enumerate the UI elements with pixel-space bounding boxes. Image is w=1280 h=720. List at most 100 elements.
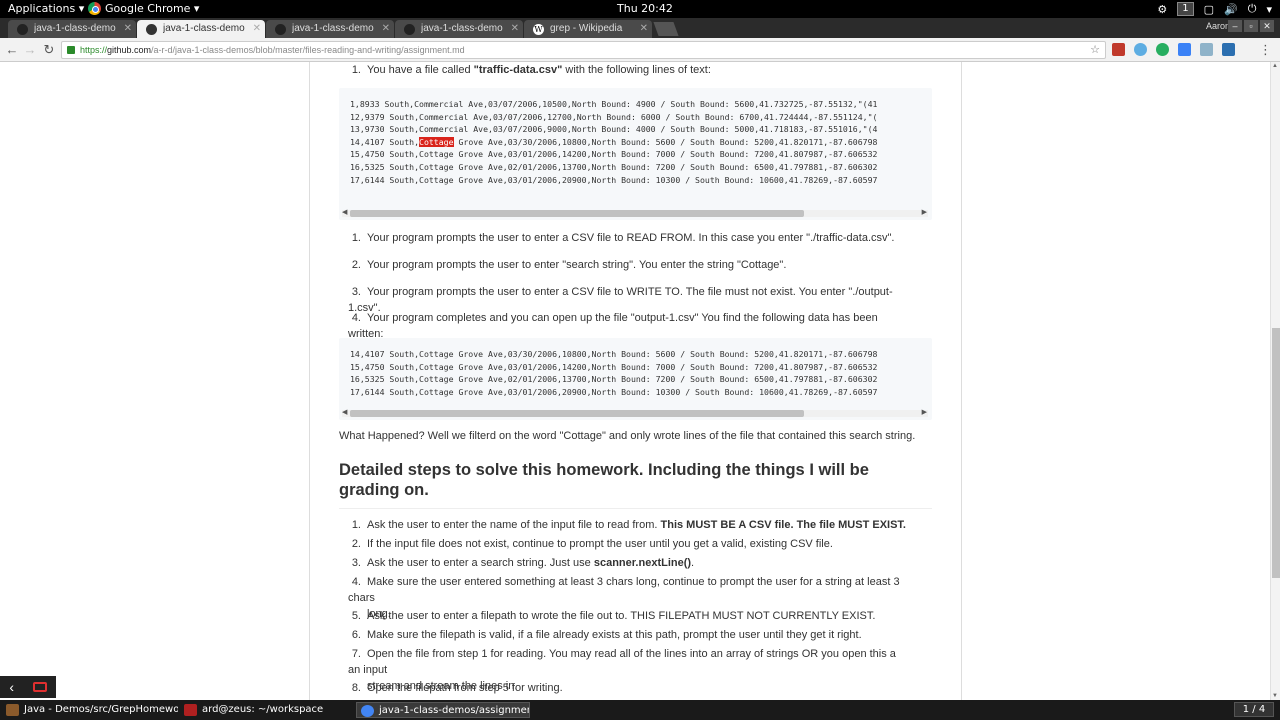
active-app-label: Google Chrome ▾: [105, 2, 200, 15]
browser-tab[interactable]: java-1-class-demo ✕: [395, 20, 523, 38]
grammarly-icon[interactable]: [1156, 43, 1169, 56]
close-icon[interactable]: ✕: [511, 23, 519, 34]
address-bar[interactable]: https://github.com/a-r-d/java-1-class-de…: [61, 41, 1106, 59]
search-highlight: Cottage: [419, 136, 454, 147]
scroll-down-icon[interactable]: ▼: [1272, 693, 1278, 699]
scrollbar-thumb[interactable]: [350, 410, 804, 417]
code-scrollbar[interactable]: ◀ ▶: [342, 208, 928, 217]
window-icon[interactable]: ▢: [1204, 3, 1214, 16]
active-app-menu[interactable]: Google Chrome ▾: [88, 2, 199, 15]
extension-icon[interactable]: [1200, 43, 1213, 56]
list-item: 1. Your program prompts the user to enter…: [351, 232, 895, 244]
bookmark-star-icon[interactable]: ☆: [1090, 42, 1100, 58]
code-line: 17,6144 South,Cottage Grove Ave,03/01/20…: [350, 386, 878, 397]
github-icon: [404, 24, 415, 35]
taskbar: Java - Demos/src/GrepHomework... ard@zeu…: [0, 700, 1280, 720]
extension-icon[interactable]: [1112, 43, 1125, 56]
browser-toolbar: ← → ↻ https://github.com/a-r-d/java-1-cl…: [0, 38, 1280, 62]
system-tray: ⚙ 1 ▢ 🔊 ⏻ ▾: [1157, 0, 1272, 18]
code-line: 16,5325 South,Cottage Grove Ave,02/01/20…: [350, 374, 878, 385]
code-line: 15,4750 South,Cottage Grove Ave,03/01/20…: [350, 361, 878, 372]
tab-strip: java-1-class-demo ✕ java-1-class-demo ✕ …: [0, 18, 1280, 38]
tab-title: java-1-class-demo: [421, 23, 503, 34]
paragraph: What Happened? Well we filterd on the wo…: [339, 430, 916, 442]
screen-recorder-widget[interactable]: ‹: [0, 676, 56, 698]
code-line: 1,8933 South,Commercial Ave,03/07/2006,1…: [350, 99, 878, 109]
wikipedia-icon: W: [533, 24, 544, 35]
reload-icon[interactable]: ↻: [41, 42, 57, 58]
scroll-right-icon[interactable]: ▶: [922, 408, 927, 416]
power-icon[interactable]: ⏻: [1248, 2, 1257, 16]
github-icon: [146, 24, 157, 35]
taskbar-item[interactable]: ard@zeus: ~/workspace: [180, 702, 354, 718]
browser-tab-active[interactable]: java-1-class-demo ✕: [137, 20, 265, 38]
list-item: 2. If the input file does not exist, cont…: [351, 538, 833, 550]
extension-icon[interactable]: [1222, 43, 1235, 56]
lock-icon: [67, 46, 75, 54]
scrollbar-thumb[interactable]: [350, 210, 804, 217]
tab-title: java-1-class-demo: [34, 23, 116, 34]
forward-arrow-icon[interactable]: →: [22, 42, 38, 58]
chevron-left-icon[interactable]: ‹: [9, 679, 14, 695]
close-icon[interactable]: ✕: [253, 23, 261, 34]
taskbar-item[interactable]: Java - Demos/src/GrepHomework...: [2, 702, 178, 718]
page-scrollbar[interactable]: ▲ ▼: [1270, 62, 1280, 700]
taskbar-item-label: Java - Demos/src/GrepHomework...: [24, 704, 178, 715]
list-item: 1. Ask the user to enter the name of the …: [351, 519, 906, 531]
code-line: 14,4107 South,Cottage Grove Ave,03/30/20…: [350, 136, 878, 147]
chrome-icon: [88, 2, 101, 15]
scroll-right-icon[interactable]: ▶: [922, 208, 927, 216]
system-top-bar: Applications ▾ Google Chrome ▾ Thu 20:42…: [0, 0, 1280, 18]
eclipse-icon: [6, 704, 19, 716]
menu-icon[interactable]: ⋮: [1259, 42, 1272, 58]
clock[interactable]: Thu 20:42: [617, 2, 673, 15]
page-viewport: 1. You have a file called "traffic-data.c…: [0, 62, 1270, 700]
browser-tab[interactable]: java-1-class-demo ✕: [266, 20, 394, 38]
code-line: 12,9379 South,Commercial Ave,03/07/2006,…: [350, 111, 878, 122]
code-block-output[interactable]: 14,4107 South,Cottage Grove Ave,03/30/20…: [339, 338, 932, 420]
tab-title: java-1-class-demo: [163, 23, 245, 34]
scroll-left-icon[interactable]: ◀: [342, 208, 347, 216]
workspace-pager[interactable]: 1 / 4: [1234, 702, 1274, 717]
code-block-input[interactable]: 1,8933 South,Commercial Ave,03/07/2006,1…: [339, 88, 932, 220]
extension-icon[interactable]: [1178, 43, 1191, 56]
maximize-icon[interactable]: ▫: [1244, 20, 1258, 32]
code-line: 15,4750 South,Cottage Grove Ave,03/01/20…: [350, 149, 878, 160]
tab-title: java-1-class-demo: [292, 23, 374, 34]
browser-tab[interactable]: java-1-class-demo ✕: [8, 20, 136, 38]
minimize-icon[interactable]: –: [1228, 20, 1242, 32]
close-icon[interactable]: ✕: [382, 23, 390, 34]
code-scrollbar[interactable]: ◀ ▶: [342, 408, 928, 417]
window-controls: – ▫ ✕: [1228, 20, 1274, 32]
taskbar-item-active[interactable]: java-1-class-demos/assignment.m...: [356, 702, 530, 718]
chrome-icon: [361, 705, 374, 717]
github-icon: [275, 24, 286, 35]
workspace-indicator[interactable]: 1: [1177, 2, 1194, 16]
scroll-up-icon[interactable]: ▲: [1272, 63, 1278, 69]
extension-icon[interactable]: [1134, 43, 1147, 56]
terminal-icon: [184, 704, 197, 716]
markdown-body: 1. You have a file called "traffic-data.c…: [309, 62, 962, 700]
scrollbar-thumb[interactable]: [1272, 328, 1280, 578]
close-icon[interactable]: ✕: [124, 23, 132, 34]
applications-menu[interactable]: Applications ▾: [8, 2, 84, 15]
code-line: 14,4107 South,Cottage Grove Ave,03/30/20…: [350, 349, 878, 359]
volume-icon[interactable]: 🔊: [1224, 3, 1238, 16]
code-line: 17,6144 South,Cottage Grove Ave,03/01/20…: [350, 174, 878, 185]
list-item: 5. Ask the user to enter a filepath to wr…: [351, 610, 876, 622]
camera-icon[interactable]: [32, 682, 47, 692]
close-window-icon[interactable]: ✕: [1260, 20, 1274, 32]
list-item: 8. Open the filepath from step 5 for writ…: [351, 682, 563, 694]
browser-tab[interactable]: W grep - Wikipedia ✕: [524, 20, 652, 38]
back-arrow-icon[interactable]: ←: [4, 42, 20, 58]
profile-name[interactable]: Aaron: [1206, 21, 1230, 31]
list-item: 2. Your program prompts the user to enter…: [351, 259, 787, 271]
settings-icon[interactable]: ⚙: [1157, 3, 1167, 16]
chevron-down-icon[interactable]: ▾: [1266, 3, 1272, 16]
github-icon: [17, 24, 28, 35]
section-heading: Detailed steps to solve this homework. I…: [339, 460, 932, 509]
scroll-left-icon[interactable]: ◀: [342, 408, 347, 416]
list-item: 3. Ask the user to enter a search string.…: [351, 557, 695, 569]
new-tab-button[interactable]: [653, 22, 679, 36]
close-icon[interactable]: ✕: [640, 23, 648, 34]
